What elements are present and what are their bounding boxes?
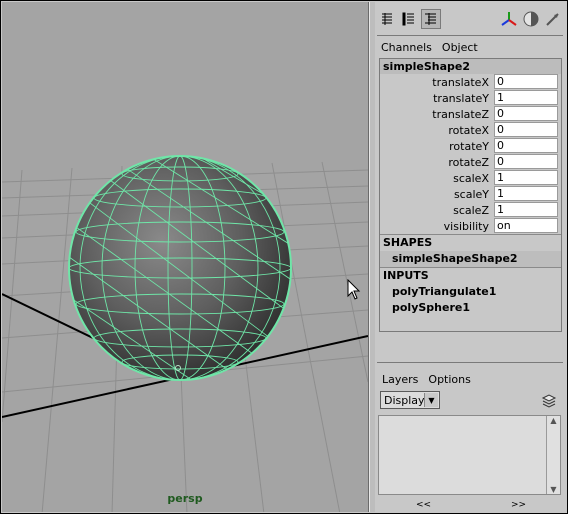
camera-label: persp [167,492,203,505]
pick-icon[interactable] [543,9,563,29]
attr-row-visibility[interactable]: visibility on [380,218,561,234]
attr-row-translatez[interactable]: translateZ 0 [380,106,561,122]
mouse-cursor-icon [347,279,361,300]
layer-nav-bar: << >> [376,499,566,511]
layers-panel: Layers Options Display ▼ ▲ ▼ << >> [376,365,566,511]
attr-value-field[interactable]: 0 [494,154,558,169]
attr-row-rotatey[interactable]: rotateY 0 [380,138,561,154]
attr-value-field[interactable]: 0 [494,106,558,121]
layer-list[interactable]: ▲ ▼ [378,415,561,495]
scroll-down-icon[interactable]: ▼ [547,485,560,494]
perspective-viewport[interactable]: persp [2,2,369,512]
channels-menubar: Channels Object [375,37,567,57]
menu-layers[interactable]: Layers [382,373,418,386]
attr-value-field[interactable]: 1 [494,170,558,185]
channel-box-panel: Channels Object simpleShape2 translateX 0… [375,2,567,512]
attribute-view-icon[interactable] [399,9,419,29]
shape-item[interactable]: simpleShapeShape2 [380,251,561,267]
menu-object[interactable]: Object [442,41,478,54]
channel-box-icon[interactable] [377,9,397,29]
display-dropdown[interactable]: Display ▼ [380,391,440,409]
object-name[interactable]: simpleShape2 [380,59,561,74]
scroll-up-icon[interactable]: ▲ [547,416,560,425]
attr-label: scaleZ [453,204,489,217]
attr-label: visibility [443,220,489,233]
attr-label: rotateX [448,124,489,137]
attr-row-scaley[interactable]: scaleY 1 [380,186,561,202]
layers-menubar: Layers Options [376,369,568,389]
attr-row-translatey[interactable]: translateY 1 [380,90,561,106]
menu-options[interactable]: Options [428,373,470,386]
separator [377,362,563,363]
attr-label: translateY [433,92,489,105]
attr-value-field[interactable]: on [494,218,558,233]
panel-toolbar [375,2,567,36]
channel-layer-icon[interactable] [421,9,441,29]
attr-value-field[interactable]: 1 [494,90,558,105]
attr-value-field[interactable]: 1 [494,202,558,217]
window-frame: persp Channels Object simpleShape2 trans… [0,0,568,514]
attr-label: scaleY [453,188,489,201]
attr-label: rotateY [449,140,489,153]
viewport-scene [2,155,368,512]
display-dropdown-value: Display [384,393,425,407]
nav-right-button[interactable]: >> [511,500,526,510]
input-item[interactable]: polySphere1 [380,300,561,316]
attr-value-field[interactable]: 0 [494,74,558,89]
attr-label: translateX [432,76,489,89]
shading-icon[interactable] [521,9,541,29]
attr-row-translatex[interactable]: translateX 0 [380,74,561,90]
attr-label: translateZ [432,108,489,121]
separator [377,35,563,36]
attr-row-rotatez[interactable]: rotateZ 0 [380,154,561,170]
attr-row-scalez[interactable]: scaleZ 1 [380,202,561,218]
attr-label: rotateZ [448,156,489,169]
axis-icon[interactable] [499,9,519,29]
attr-row-scalex[interactable]: scaleX 1 [380,170,561,186]
chevron-down-icon: ▼ [424,393,438,407]
attr-value-field[interactable]: 0 [494,122,558,137]
input-item[interactable]: polyTriangulate1 [380,284,561,300]
layer-list-scrollbar[interactable]: ▲ ▼ [546,416,560,494]
menu-channels[interactable]: Channels [381,41,432,54]
shapes-header: SHAPES [380,234,561,251]
attr-label: scaleX [453,172,489,185]
nav-left-button[interactable]: << [416,500,431,510]
attr-value-field[interactable]: 0 [494,138,558,153]
new-layer-icon[interactable] [538,389,560,411]
attr-value-field[interactable]: 1 [494,186,558,201]
inputs-header: INPUTS [380,267,561,284]
attr-row-rotatex[interactable]: rotateX 0 [380,122,561,138]
channel-box: simpleShape2 translateX 0 translateY 1 tra… [379,58,562,332]
